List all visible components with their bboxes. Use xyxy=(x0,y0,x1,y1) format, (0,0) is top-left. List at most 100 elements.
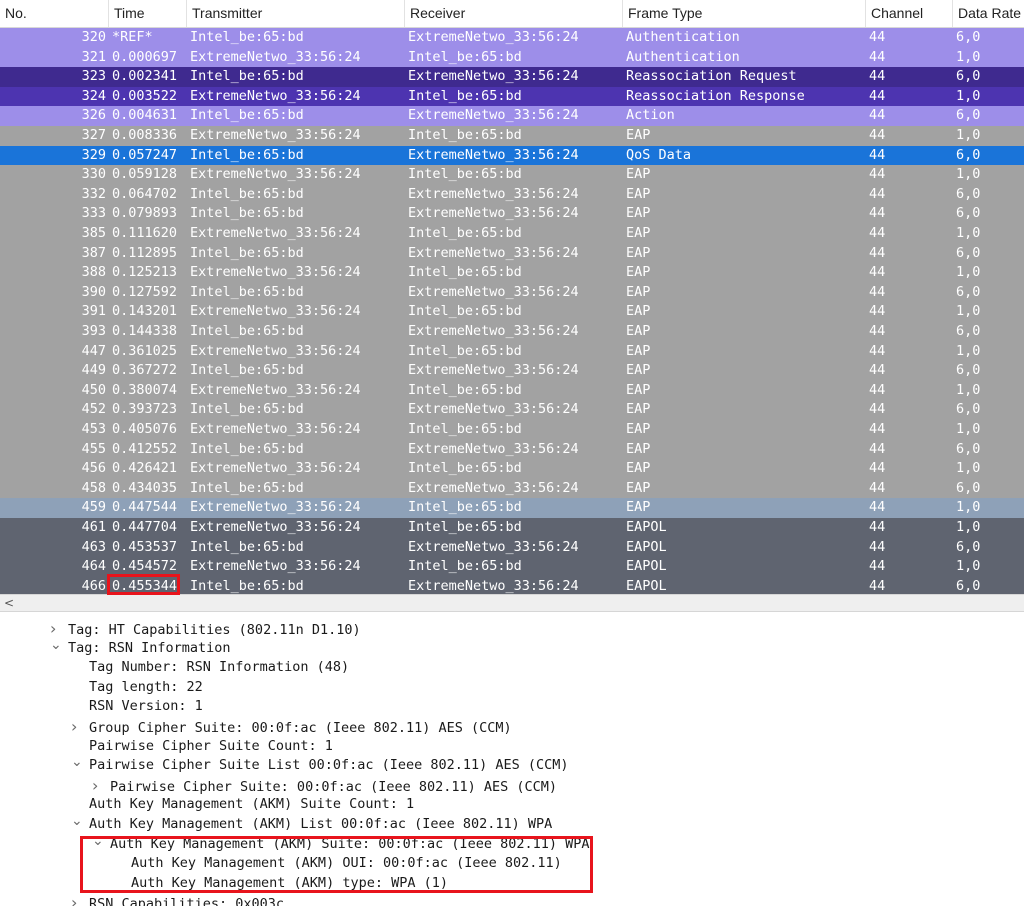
packet-receiver: ExtremeNetwo_33:56:24 xyxy=(408,244,579,261)
packet-frame-type: EAP xyxy=(626,166,651,183)
packet-channel: 44 xyxy=(869,362,886,379)
packet-row[interactable]: 455 0.412552 Intel_be:65:bd ExtremeNetwo_33… xyxy=(0,439,1024,460)
scroll-left-arrow-icon[interactable]: < xyxy=(4,595,14,611)
packet-no: 385 xyxy=(81,225,106,241)
packet-row[interactable]: 385 0.111620 ExtremeNetwo_33:56:24 Intel_be… xyxy=(0,224,1024,244)
chevron-right-icon[interactable]: › xyxy=(71,717,89,737)
packet-receiver: ExtremeNetwo_33:56:24 xyxy=(408,146,579,163)
packet-transmitter: ExtremeNetwo_33:56:24 xyxy=(190,225,361,241)
packet-time: 0.143201 xyxy=(112,303,178,320)
packet-row[interactable]: 333 0.079893 Intel_be:65:bd ExtremeNetwo_33… xyxy=(0,204,1024,224)
tree-item-label: Tag: RSN Information xyxy=(68,639,231,656)
packet-data-rate: 1,0 xyxy=(956,558,981,575)
packet-row[interactable]: 388 0.125213 ExtremeNetwo_33:56:24 Intel_be… xyxy=(0,263,1024,283)
column-header-data-rate[interactable]: Data Rate xyxy=(953,0,1024,27)
packet-row[interactable]: 326 0.004631 Intel_be:65:bd ExtremeNetwo_33… xyxy=(0,106,1024,126)
column-header-transmitter[interactable]: Transmitter xyxy=(187,0,405,27)
column-header-receiver[interactable]: Receiver xyxy=(405,0,623,27)
column-header-time[interactable]: Time xyxy=(109,0,187,27)
packet-row[interactable]: 459 0.447544 ExtremeNetwo_33:56:24 Intel_be… xyxy=(0,498,1024,518)
packet-frame-type: EAP xyxy=(626,421,651,437)
packet-no: 329 xyxy=(81,146,106,163)
packet-data-rate: 1,0 xyxy=(956,225,981,241)
packet-row-selected[interactable]: 329 0.057247 Intel_be:65:bd ExtremeNetwo_33… xyxy=(0,145,1024,166)
packet-no: 333 xyxy=(81,205,106,222)
packet-channel: 44 xyxy=(869,68,886,85)
packet-receiver: ExtremeNetwo_33:56:24 xyxy=(408,283,579,300)
packet-row[interactable]: 332 0.064702 Intel_be:65:bd ExtremeNetwo_33… xyxy=(0,184,1024,205)
packet-time: 0.367272 xyxy=(112,362,178,379)
packet-transmitter: ExtremeNetwo_33:56:24 xyxy=(190,519,361,535)
packet-time: 0.079893 xyxy=(112,205,178,222)
packet-row[interactable]: 450 0.380074 ExtremeNetwo_33:56:24 Intel_be… xyxy=(0,380,1024,401)
packet-no: 330 xyxy=(81,166,106,183)
packet-frame-type: EAP xyxy=(626,244,651,261)
packet-time: 0.380074 xyxy=(112,381,178,398)
tree-item[interactable]: Tag length: 22 xyxy=(71,678,203,698)
packet-transmitter: Intel_be:65:bd xyxy=(190,362,304,379)
packet-transmitter: Intel_be:65:bd xyxy=(190,283,304,300)
packet-frame-type: Authentication xyxy=(626,29,740,45)
tree-item[interactable]: › Pairwise Cipher Suite: 00:0f:ac (Ieee 8… xyxy=(92,776,557,796)
packet-time: 0.059128 xyxy=(112,166,178,183)
tree-item[interactable]: › Group Cipher Suite: 00:0f:ac (Ieee 802.… xyxy=(71,717,512,737)
packet-row[interactable]: 323 0.002341 Intel_be:65:bd ExtremeNetwo_33… xyxy=(0,67,1024,87)
packet-row[interactable]: 320 *REF* Intel_be:65:bd ExtremeNetwo_33:56… xyxy=(0,28,1024,48)
packet-row[interactable]: 449 0.367272 Intel_be:65:bd ExtremeNetwo_33… xyxy=(0,361,1024,381)
packet-row[interactable]: 458 0.434035 Intel_be:65:bd ExtremeNetwo_33… xyxy=(0,478,1024,499)
chevron-right-icon[interactable]: › xyxy=(92,776,110,796)
packet-row[interactable]: 330 0.059128 ExtremeNetwo_33:56:24 Intel_be… xyxy=(0,165,1024,185)
packet-transmitter: Intel_be:65:bd xyxy=(190,68,304,85)
packet-list: 320 *REF* Intel_be:65:bd ExtremeNetwo_33:56… xyxy=(0,28,1024,594)
packet-time: 0.447704 xyxy=(112,519,178,535)
packet-time: 0.127592 xyxy=(112,283,178,300)
tree-item[interactable]: Auth Key Management (AKM) Suite Count: 1 xyxy=(71,795,414,815)
packet-no: 463 xyxy=(81,538,106,555)
packet-channel: 44 xyxy=(869,381,886,398)
packet-row[interactable]: 463 0.453537 Intel_be:65:bd ExtremeNetwo_33… xyxy=(0,537,1024,558)
packet-row[interactable]: 452 0.393723 Intel_be:65:bd ExtremeNetwo_33… xyxy=(0,400,1024,420)
packet-list-header: No. Time Transmitter Receiver Frame Type… xyxy=(0,0,1024,28)
tree-item[interactable]: ⌄ Auth Key Management (AKM) List 00:0f:ac… xyxy=(71,812,552,835)
packet-no: 455 xyxy=(81,440,106,457)
packet-row[interactable]: 461 0.447704 ExtremeNetwo_33:56:24 Intel_be… xyxy=(0,518,1024,538)
column-header-frame-type[interactable]: Frame Type xyxy=(623,0,866,27)
chevron-down-icon[interactable]: ⌄ xyxy=(71,753,89,773)
packet-data-rate: 1,0 xyxy=(956,499,981,516)
packet-no: 393 xyxy=(81,323,106,339)
chevron-right-icon[interactable]: › xyxy=(71,893,89,906)
packet-data-rate: 6,0 xyxy=(956,440,981,457)
packet-data-rate: 6,0 xyxy=(956,538,981,555)
packet-data-rate: 6,0 xyxy=(956,107,981,124)
chevron-down-icon[interactable]: ⌄ xyxy=(71,812,89,832)
packet-channel: 44 xyxy=(869,577,886,594)
packet-channel: 44 xyxy=(869,538,886,555)
tree-item[interactable]: Tag Number: RSN Information (48) xyxy=(71,658,349,678)
time-highlight-box xyxy=(107,574,180,595)
chevron-down-icon[interactable]: ⌄ xyxy=(50,636,68,656)
packet-time: 0.434035 xyxy=(112,479,178,496)
packet-row[interactable]: 453 0.405076 ExtremeNetwo_33:56:24 Intel_be… xyxy=(0,420,1024,440)
packet-channel: 44 xyxy=(869,283,886,300)
tree-item[interactable]: Pairwise Cipher Suite Count: 1 xyxy=(71,737,333,757)
packet-row[interactable]: 321 0.000697 ExtremeNetwo_33:56:24 Intel_be… xyxy=(0,47,1024,68)
packet-row[interactable]: 324 0.003522 ExtremeNetwo_33:56:24 Intel_be… xyxy=(0,86,1024,107)
tree-item[interactable]: › Tag: HT Capabilities (802.11n D1.10) xyxy=(50,619,361,639)
horizontal-scrollbar[interactable]: < xyxy=(0,594,1024,612)
packet-row[interactable]: 393 0.144338 Intel_be:65:bd ExtremeNetwo_33… xyxy=(0,322,1024,342)
tree-item[interactable]: ⌄ Tag: RSN Information xyxy=(50,636,231,659)
packet-row[interactable]: 390 0.127592 Intel_be:65:bd ExtremeNetwo_33… xyxy=(0,282,1024,303)
packet-row[interactable]: 456 0.426421 ExtremeNetwo_33:56:24 Intel_be… xyxy=(0,459,1024,479)
tree-item[interactable]: ⌄ Pairwise Cipher Suite List 00:0f:ac (Ie… xyxy=(71,753,569,776)
packet-no: 447 xyxy=(81,342,106,359)
column-header-no[interactable]: No. xyxy=(0,0,109,27)
packet-row[interactable]: 447 0.361025 ExtremeNetwo_33:56:24 Intel_be… xyxy=(0,341,1024,362)
packet-frame-type: EAPOL xyxy=(626,538,667,555)
column-header-channel[interactable]: Channel xyxy=(866,0,953,27)
tree-item[interactable]: › RSN Capabilities: 0x003c xyxy=(71,893,284,906)
packet-row[interactable]: 387 0.112895 Intel_be:65:bd ExtremeNetwo_33… xyxy=(0,243,1024,264)
packet-row[interactable]: 327 0.008336 ExtremeNetwo_33:56:24 Intel_be… xyxy=(0,126,1024,146)
tree-item[interactable]: RSN Version: 1 xyxy=(71,697,203,717)
packet-data-rate: 6,0 xyxy=(956,185,981,202)
packet-row[interactable]: 391 0.143201 ExtremeNetwo_33:56:24 Intel_be… xyxy=(0,302,1024,322)
